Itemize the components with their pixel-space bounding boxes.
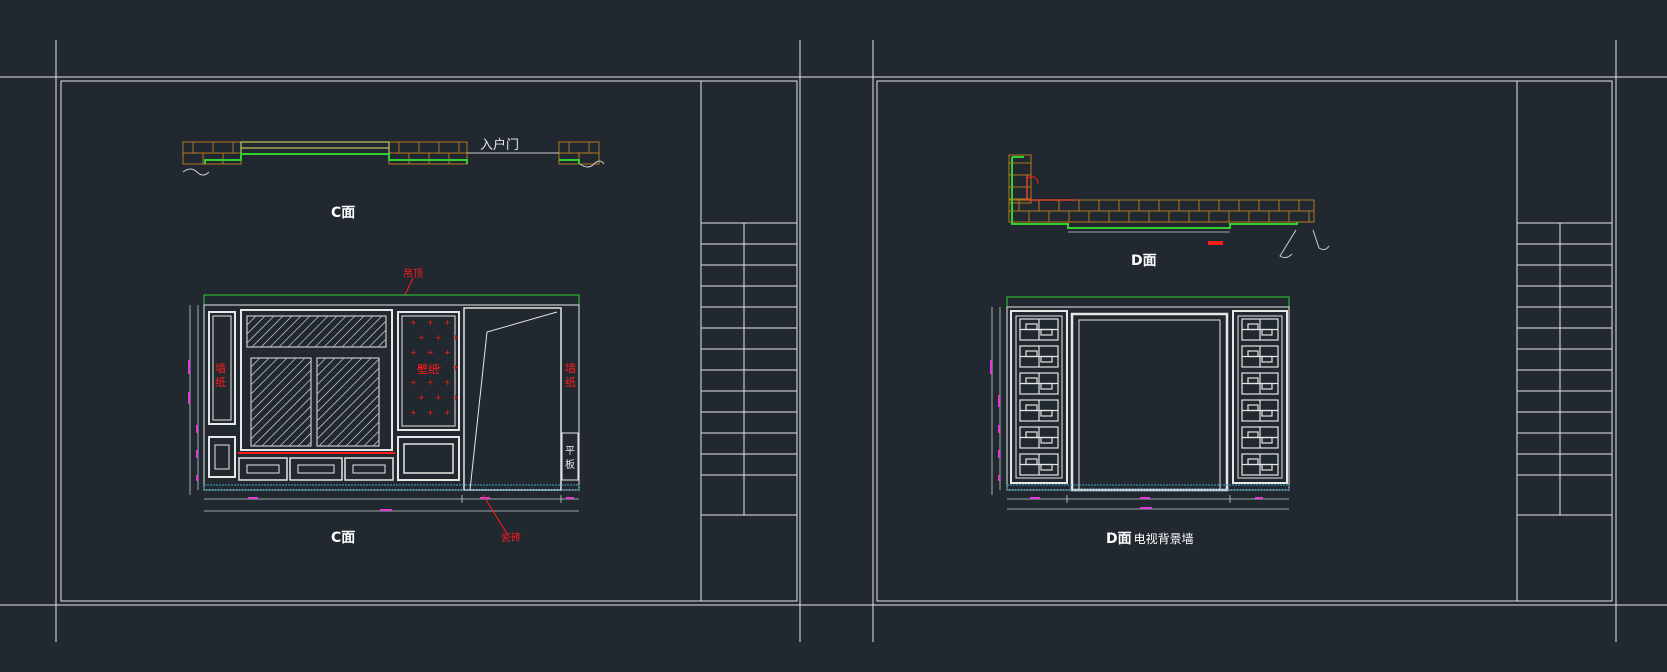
wallpaper-right-label-1: 墙 xyxy=(565,361,576,375)
c-plan-view: 入户门 C面 xyxy=(182,137,605,221)
flat-panel-label-1: 平 xyxy=(565,446,575,457)
ceiling-line xyxy=(203,294,580,306)
wallpaper-left-label-2: 纸 xyxy=(215,376,226,389)
c-plan-caption: C面 xyxy=(331,205,355,221)
svg-text:+: + xyxy=(427,318,434,327)
d-elevation-caption: D面 电视背景墙 xyxy=(1106,531,1194,547)
d-plan-view: D面 xyxy=(1008,154,1330,269)
svg-text:+: + xyxy=(410,378,417,387)
flat-panel-label-2: 板 xyxy=(565,458,575,471)
d-caption-sub: 电视背景墙 xyxy=(1134,531,1194,546)
svg-text:+: + xyxy=(452,393,459,402)
cad-drawing-canvas[interactable]: 入户门 C面 吊顶 墙 纸 + + ++ + ++ + ++ + ++ + ++… xyxy=(0,0,1667,672)
wallpaper-right-label-2: 纸 xyxy=(565,376,576,389)
svg-text:+: + xyxy=(410,318,417,327)
right-sheet-border xyxy=(876,80,1613,602)
floor-leader xyxy=(482,494,507,533)
door-leaf xyxy=(469,311,558,491)
svg-text:+: + xyxy=(452,333,459,342)
d-elevation-view: D面 电视背景墙 xyxy=(990,296,1290,547)
svg-text:+: + xyxy=(444,378,451,387)
svg-text:+: + xyxy=(444,408,451,417)
wallpaper-left-label-1: 墙 xyxy=(215,361,226,375)
d-plan-caption: D面 xyxy=(1131,253,1157,269)
d-caption-main: D面 xyxy=(1106,531,1132,547)
left-title-block xyxy=(700,81,797,601)
svg-text:+: + xyxy=(435,333,442,342)
svg-text:+: + xyxy=(418,333,425,342)
floor-label: 瓷砖 xyxy=(501,531,521,544)
d-plan-wall-hatch xyxy=(1008,154,1315,223)
right-sheet: D面 D面 电视背景墙 xyxy=(876,80,1613,602)
c-elevation-view: 吊顶 墙 纸 + + ++ + ++ + ++ + ++ + ++ + ++ +… xyxy=(188,268,580,546)
svg-text:+: + xyxy=(410,348,417,357)
door-label: 入户门 xyxy=(480,137,519,153)
d-plan-finish-line xyxy=(1011,157,1298,229)
c-elevation-caption: C面 xyxy=(331,530,355,546)
svg-text:+: + xyxy=(410,408,417,417)
ceiling-label: 吊顶 xyxy=(403,268,423,280)
svg-text:+: + xyxy=(444,318,451,327)
c-plan-finish-line xyxy=(204,153,468,164)
tv-opening xyxy=(1070,312,1229,492)
svg-text:+: + xyxy=(444,348,451,357)
svg-text:+: + xyxy=(452,363,459,372)
svg-text:+: + xyxy=(427,378,434,387)
wallpaper-center-label: 壁纸 xyxy=(417,362,439,376)
svg-text:+: + xyxy=(427,348,434,357)
svg-text:+: + xyxy=(427,408,434,417)
crop-marks xyxy=(0,40,1667,642)
d-ceiling-line xyxy=(1006,296,1290,308)
ceiling-leader xyxy=(404,277,414,296)
svg-text:+: + xyxy=(435,393,442,402)
left-sheet: 入户门 C面 吊顶 墙 纸 + + ++ + ++ + ++ + ++ + ++… xyxy=(60,80,798,602)
svg-text:+: + xyxy=(418,393,425,402)
right-title-block xyxy=(1516,81,1612,601)
